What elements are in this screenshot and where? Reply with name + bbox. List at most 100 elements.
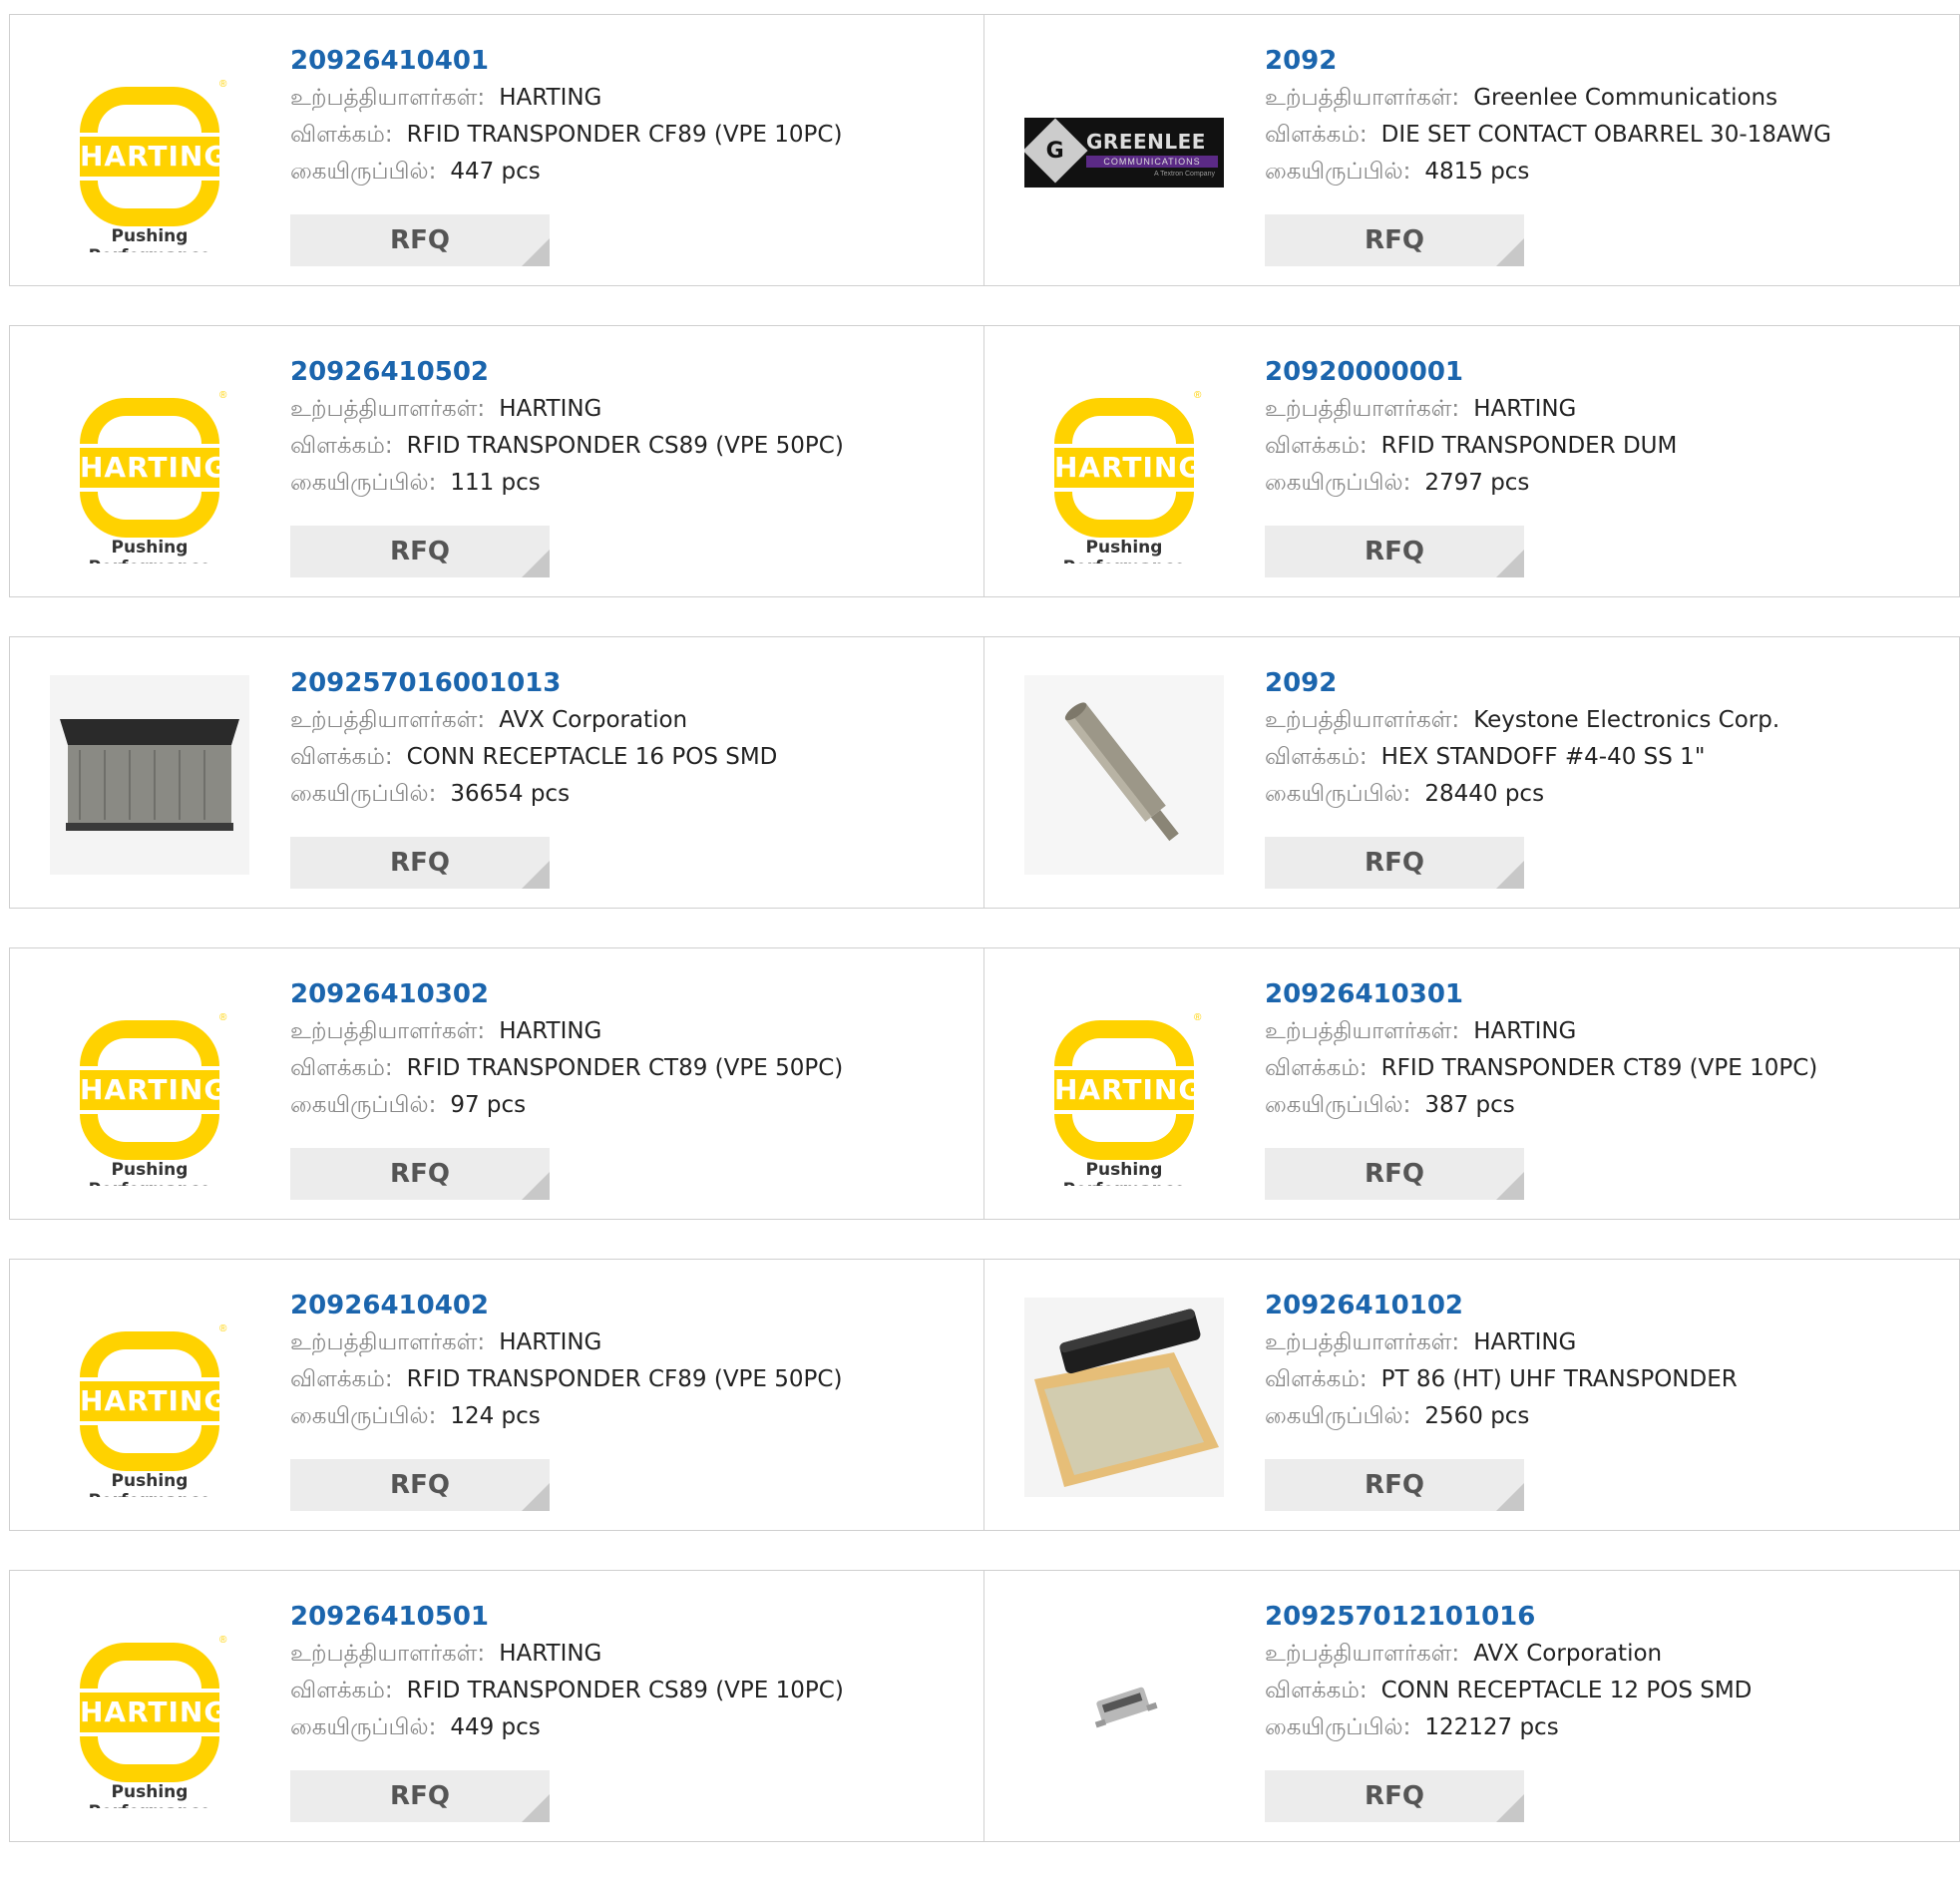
stock-value: 4815 pcs [1424,159,1530,185]
manufacturer-value: AVX Corporation [499,707,688,733]
product-image[interactable]: HARTING ® Pushing Performance [50,1298,249,1497]
stock-value: 2560 pcs [1424,1403,1530,1429]
rfq-button[interactable]: RFQ [290,1770,550,1822]
description-label: விளக்கம்: [290,122,393,148]
corner-triangle-icon [1496,861,1524,889]
product-image[interactable]: HARTING ® Pushing Performance [50,986,249,1186]
harting-logo: HARTING ® Pushing Performance [80,390,228,564]
connector-photo [50,675,249,875]
product-image[interactable]: HARTING ® Pushing Performance [50,364,249,564]
product-image[interactable] [1024,1609,1224,1808]
stock-label: கையிருப்பில்: [290,1092,437,1118]
description-value: RFID TRANSPONDER CF89 (VPE 50PC) [406,1366,843,1392]
manufacturer-label: உற்பத்தியாளர்கள்: [1265,707,1460,733]
product-image[interactable] [50,675,249,875]
manufacturer-label: உற்பத்தியாளர்கள்: [290,707,486,733]
stock-line: கையிருப்பில்: 28440 pcs [1265,775,1939,812]
rfq-button[interactable]: RFQ [1265,1459,1524,1511]
part-number-link[interactable]: 20920000001 [1265,354,1939,390]
description-label: விளக்கம்: [290,1678,393,1703]
corner-triangle-icon [522,550,550,577]
description-label: விளக்கம்: [1265,433,1368,459]
stock-value: 122127 pcs [1424,1714,1559,1740]
stock-value: 2797 pcs [1424,470,1530,496]
stock-value: 111 pcs [450,470,541,496]
product-card: HARTING ® Pushing Performance 2092641040… [9,14,984,286]
description-value: RFID TRANSPONDER CS89 (VPE 10PC) [406,1678,844,1703]
harting-logo: HARTING ® Pushing Performance [80,1635,228,1808]
part-number-link[interactable]: 20926410501 [290,1599,964,1635]
product-image[interactable]: G GREENLEE COMMUNICATIONS A Textron Comp… [1024,53,1224,252]
manufacturer-value: HARTING [499,1329,602,1355]
part-number-link[interactable]: 20926410301 [1265,976,1939,1012]
product-image[interactable] [1024,675,1224,875]
rfq-button[interactable]: RFQ [290,1459,550,1511]
description-value: RFID TRANSPONDER CF89 (VPE 10PC) [406,122,843,148]
manufacturer-label: உற்பத்தியாளர்கள்: [290,1329,486,1355]
stock-label: கையிருப்பில்: [1265,1714,1411,1740]
manufacturer-line: உற்பத்தியாளர்கள்: HARTING [290,79,964,116]
rfq-button[interactable]: RFQ [1265,837,1524,889]
product-row: HARTING ® Pushing Performance 2092641050… [9,325,1960,597]
manufacturer-value: HARTING [1473,396,1577,422]
harting-logo: HARTING ® Pushing Performance [80,79,228,252]
description-line: விளக்கம்: RFID TRANSPONDER CS89 (VPE 10PC… [290,1672,964,1708]
standoff-photo [1024,675,1224,875]
corner-triangle-icon [1496,550,1524,577]
rfq-button[interactable]: RFQ [290,214,550,266]
corner-triangle-icon [522,861,550,889]
product-row: 209257016001013 உற்பத்தியாளர்கள்: AVX Cor… [9,636,1960,909]
manufacturer-label: உற்பத்தியாளர்கள்: [290,396,486,422]
manufacturer-line: உற்பத்தியாளர்கள்: AVX Corporation [290,701,964,738]
manufacturer-value: HARTING [499,396,602,422]
description-label: விளக்கம்: [290,1055,393,1081]
product-row: HARTING ® Pushing Performance 2092641040… [9,1259,1960,1531]
product-image[interactable]: HARTING ® Pushing Performance [50,53,249,252]
product-card: HARTING ® Pushing Performance 2092641040… [9,1259,984,1531]
description-line: விளக்கம்: RFID TRANSPONDER CF89 (VPE 50PC… [290,1360,964,1397]
product-image[interactable]: HARTING ® Pushing Performance [1024,986,1224,1186]
product-grid: HARTING ® Pushing Performance 2092641040… [9,14,1960,1881]
product-card: HARTING ® Pushing Performance 2092641030… [9,947,984,1220]
stock-value: 449 pcs [450,1714,541,1740]
rfq-button[interactable]: RFQ [1265,526,1524,577]
rfq-button[interactable]: RFQ [290,1148,550,1200]
part-number-link[interactable]: 209257012101016 [1265,1599,1939,1635]
manufacturer-label: உற்பத்தியாளர்கள்: [1265,1641,1460,1667]
part-number-link[interactable]: 20926410401 [290,43,964,79]
part-number-link[interactable]: 20926410402 [290,1288,964,1323]
rfq-button[interactable]: RFQ [1265,1148,1524,1200]
manufacturer-value: HARTING [499,1641,602,1667]
stock-line: கையிருப்பில்: 2560 pcs [1265,1397,1939,1434]
description-label: விளக்கம்: [290,1366,393,1392]
product-image[interactable] [1024,1298,1224,1497]
part-number-link[interactable]: 20926410102 [1265,1288,1939,1323]
stock-line: கையிருப்பில்: 4815 pcs [1265,153,1939,189]
manufacturer-line: உற்பத்தியாளர்கள்: Greenlee Communications [1265,79,1939,116]
product-image[interactable]: HARTING ® Pushing Performance [50,1609,249,1808]
description-value: DIE SET CONTACT OBARREL 30-18AWG [1380,122,1831,148]
stock-value: 36654 pcs [450,781,571,807]
manufacturer-line: உற்பத்தியாளர்கள்: Keystone Electronics Co… [1265,701,1939,738]
product-card: HARTING ® Pushing Performance 2092000000… [984,325,1960,597]
part-number-link[interactable]: 2092 [1265,665,1939,701]
rfq-button[interactable]: RFQ [1265,1770,1524,1822]
part-number-link[interactable]: 20926410302 [290,976,964,1012]
product-image[interactable]: HARTING ® Pushing Performance [1024,364,1224,564]
part-number-link[interactable]: 209257016001013 [290,665,964,701]
part-number-link[interactable]: 20926410502 [290,354,964,390]
manufacturer-line: உற்பத்தியாளர்கள்: HARTING [1265,1323,1939,1360]
rfq-button[interactable]: RFQ [1265,214,1524,266]
description-line: விளக்கம்: DIE SET CONTACT OBARREL 30-18AW… [1265,116,1939,153]
rfq-button[interactable]: RFQ [290,837,550,889]
stock-line: கையிருப்பில்: 124 pcs [290,1397,964,1434]
corner-triangle-icon [522,1794,550,1822]
stock-line: கையிருப்பில்: 2797 pcs [1265,464,1939,501]
description-value: HEX STANDOFF #4-40 SS 1" [1380,744,1706,770]
rfq-button[interactable]: RFQ [290,526,550,577]
stock-line: கையிருப்பில்: 122127 pcs [1265,1708,1939,1745]
stock-label: கையிருப்பில்: [290,1714,437,1740]
part-number-link[interactable]: 2092 [1265,43,1939,79]
harting-logo: HARTING ® Pushing Performance [1054,390,1203,564]
description-line: விளக்கம்: CONN RECEPTACLE 16 POS SMD [290,738,964,775]
